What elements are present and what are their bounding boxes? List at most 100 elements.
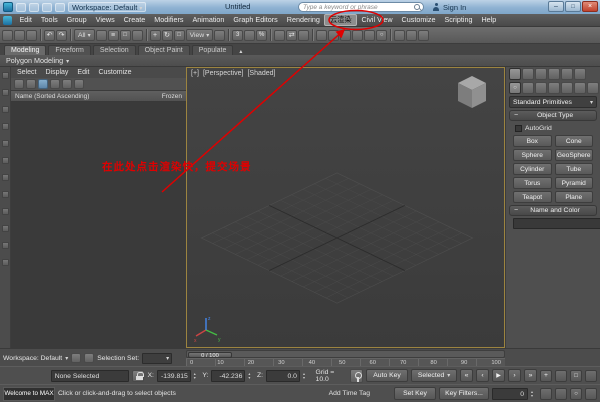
sign-in-button[interactable]: Sign In (432, 2, 466, 12)
primitive-pyramid-button[interactable]: Pyramid (554, 177, 593, 189)
select-and-move-icon[interactable] (149, 29, 161, 41)
explorer-toolbar-icon[interactable] (38, 79, 48, 89)
category-cameras-icon[interactable] (548, 82, 560, 94)
perspective-viewport[interactable]: [+] [Perspective] [Shaded] x y z (186, 67, 505, 348)
menu-item-scripting[interactable]: Scripting (440, 14, 477, 26)
explorer-menu-customize[interactable]: Customize (98, 69, 131, 76)
named-selection-sets-icon[interactable] (274, 29, 286, 41)
select-and-rotate-icon[interactable] (161, 29, 173, 41)
unlink-selection-icon[interactable] (14, 29, 25, 41)
set-key-button[interactable]: Set Key (394, 387, 436, 400)
layer-manager-icon[interactable] (328, 29, 340, 41)
zoom-extents-icon[interactable] (570, 369, 583, 382)
tab-create-icon[interactable] (509, 68, 521, 80)
menu-item-create[interactable]: Create (119, 14, 150, 26)
dock-toolbar-icon[interactable] (1, 89, 9, 96)
explorer-menu-edit[interactable]: Edit (77, 69, 89, 76)
category-lights-icon[interactable] (535, 82, 547, 94)
menu-item-help[interactable]: Help (477, 14, 501, 26)
category-spacewarps-icon[interactable] (574, 82, 586, 94)
ribbon-toggle-icon[interactable] (340, 29, 352, 41)
menu-item-views[interactable]: Views (91, 14, 119, 26)
redo-icon[interactable] (56, 29, 67, 41)
menu-item-animation[interactable]: Animation (188, 14, 229, 26)
add-time-tag[interactable]: Add Time Tag (329, 390, 370, 397)
dock-toolbar-icon[interactable] (1, 72, 9, 79)
viewport-shading-menu[interactable]: [Shaded] (247, 70, 275, 77)
pan-icon[interactable] (555, 387, 567, 400)
selection-filter-dropdown[interactable]: All (74, 29, 95, 41)
go-to-start-button[interactable] (460, 369, 474, 382)
app-logo-icon[interactable] (3, 2, 13, 12)
autogrid-checkbox[interactable] (515, 124, 522, 132)
next-frame-button[interactable] (508, 369, 522, 382)
tab-freeform[interactable]: Freeform (48, 45, 91, 55)
explorer-toolbar-icon[interactable] (74, 79, 84, 89)
scene-explorer-list[interactable] (11, 102, 186, 348)
undo-icon[interactable] (44, 29, 55, 41)
field-of-view-icon[interactable] (540, 387, 552, 400)
viewcube[interactable] (450, 72, 494, 116)
object-type-rollout-header[interactable]: Object Type (509, 110, 597, 121)
polygon-modeling-dropdown[interactable]: Polygon Modeling (6, 56, 63, 65)
spinner-icon[interactable] (303, 370, 309, 382)
menu-item-modifiers[interactable]: Modifiers (150, 14, 188, 26)
dock-toolbar-icon[interactable] (1, 140, 9, 147)
auto-key-button[interactable]: Auto Key (366, 369, 409, 382)
select-object-icon[interactable] (95, 29, 107, 41)
name-color-rollout-header[interactable]: Name and Color (509, 205, 597, 216)
search-input[interactable] (298, 2, 424, 12)
maxscript-mini-listener[interactable]: Welcome to MAX (3, 386, 55, 401)
selection-region-icon[interactable] (119, 29, 131, 41)
dock-toolbar-icon[interactable] (1, 225, 9, 232)
select-by-name-icon[interactable] (107, 29, 119, 41)
render-setup-icon[interactable] (394, 29, 406, 41)
explorer-toolbar-icon[interactable] (26, 79, 36, 89)
z-coordinate-field[interactable]: 0.0 (266, 369, 300, 382)
schematic-view-icon[interactable] (364, 29, 376, 41)
name-column-header[interactable]: Name (Sorted Ascending) (15, 93, 89, 100)
workspace-dropdown[interactable]: Workspace: Default (68, 2, 147, 12)
category-systems-icon[interactable] (587, 82, 599, 94)
tab-selection[interactable]: Selection (92, 45, 136, 55)
workspace-switcher[interactable]: Workspace: Default (3, 355, 62, 362)
tab-hierarchy-icon[interactable] (535, 68, 547, 80)
align-icon[interactable] (298, 29, 310, 41)
tab-modify-icon[interactable] (522, 68, 534, 80)
category-helpers-icon[interactable] (561, 82, 573, 94)
orbit-icon[interactable] (570, 387, 582, 400)
tab-modeling[interactable]: Modeling (4, 45, 47, 55)
project-folder-button[interactable] (55, 2, 65, 12)
spinner-icon[interactable] (531, 388, 537, 400)
rendered-frame-icon[interactable] (406, 29, 418, 41)
dock-toolbar-icon[interactable] (1, 174, 9, 181)
menu-item-customize[interactable]: Customize (397, 14, 440, 26)
mirror-icon[interactable] (286, 29, 298, 41)
explorer-toolbar-icon[interactable] (14, 79, 24, 89)
primitive-cylinder-button[interactable]: Cylinder (513, 163, 552, 175)
explorer-menu-display[interactable]: Display (45, 69, 68, 76)
selected-set-dropdown[interactable]: Selected (411, 369, 458, 382)
primitive-cone-button[interactable]: Cone (554, 135, 593, 147)
material-editor-icon[interactable] (376, 29, 388, 41)
maximize-viewport-icon[interactable] (585, 387, 597, 400)
use-pivot-center-icon[interactable] (214, 29, 226, 41)
explorer-menu-select[interactable]: Select (17, 69, 36, 76)
close-button[interactable] (582, 1, 598, 12)
maximize-button[interactable] (565, 1, 581, 12)
minimize-button[interactable] (548, 1, 564, 12)
menu-item-tools[interactable]: Tools (36, 14, 62, 26)
selection-set-dropdown[interactable] (142, 352, 173, 364)
current-frame-field[interactable]: 0 (492, 387, 528, 400)
tab-motion-icon[interactable] (548, 68, 560, 80)
save-button[interactable] (16, 2, 26, 12)
bottom-toolbar-icon[interactable] (71, 353, 82, 363)
viewport-general-menu[interactable]: [+] (191, 70, 199, 77)
primitive-plane-button[interactable]: Plane (554, 191, 593, 203)
tab-object-paint[interactable]: Object Paint (137, 45, 190, 55)
key-filters-button[interactable]: Key Filters... (439, 387, 489, 400)
dock-toolbar-icon[interactable] (1, 123, 9, 130)
percent-snap-icon[interactable] (256, 29, 268, 41)
render-production-icon[interactable] (418, 29, 430, 41)
dock-toolbar-icon[interactable] (1, 106, 9, 113)
